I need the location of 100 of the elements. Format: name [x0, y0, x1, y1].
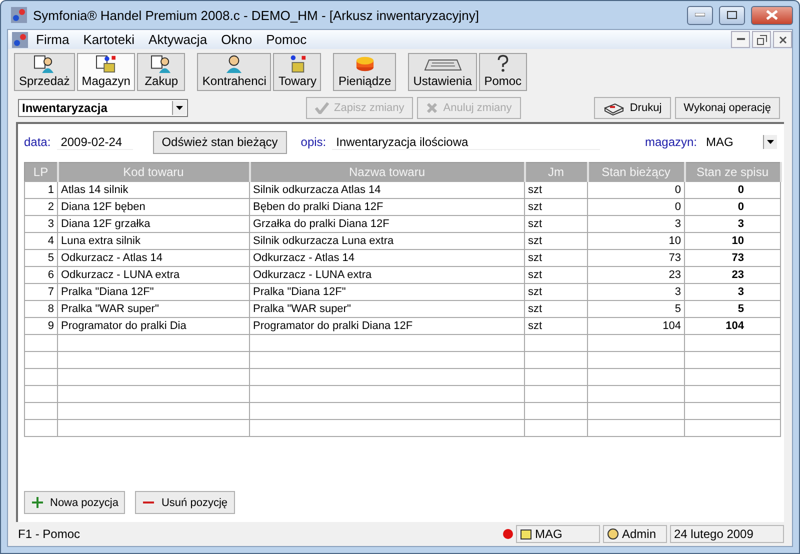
- window-title: Symfonia® Handel Premium 2008.c - DEMO_HM - [Arkusz inwentaryzacyjny]: [33, 8, 480, 22]
- table-cell: szt: [524, 318, 588, 334]
- field-label: data:: [24, 135, 51, 149]
- row-button[interactable]: Usuń pozycję: [135, 491, 235, 514]
- menu-item[interactable]: Pomoc: [260, 32, 313, 47]
- status-text: F1 - Pomoc: [18, 527, 82, 541]
- table-cell: Bęben do pralki Diana 12F: [250, 198, 524, 216]
- toolbar-button[interactable]: Sprzedaż: [14, 53, 75, 91]
- table-cell: 10: [588, 232, 684, 250]
- table-cell: Silnik odkurzacza Atlas 14: [250, 182, 524, 198]
- close-button[interactable]: [751, 6, 793, 24]
- restore-icon: [756, 34, 766, 44]
- document-logo-icon: [12, 32, 28, 48]
- table-cell: 3: [588, 216, 684, 232]
- document-box-icon: [94, 54, 118, 73]
- toolbar-button[interactable]: Ustawienia: [408, 53, 477, 91]
- table-cell: 3: [588, 284, 684, 300]
- menu-item[interactable]: Kartoteki: [77, 32, 141, 47]
- table-cell: Programator do pralki Dia: [58, 318, 250, 334]
- cross-icon: [426, 102, 438, 114]
- table-cell: szt: [524, 300, 588, 318]
- document-person-icon: [32, 54, 56, 73]
- status-text: 24 lutego 2009: [674, 527, 754, 541]
- table-cell: 0: [588, 198, 684, 216]
- table-cell: Diana 12F bęben: [58, 198, 250, 216]
- table-cell: 1: [24, 182, 58, 198]
- table-cell: Diana 12F grzałka: [58, 216, 250, 232]
- table-cell: szt: [524, 266, 588, 284]
- minimize-button[interactable]: [731, 31, 750, 48]
- toolbar-button[interactable]: Towary: [273, 53, 322, 91]
- table-cell: Odkurzacz - LUNA extra: [250, 266, 524, 284]
- table-cell: szt: [524, 182, 588, 198]
- close-button[interactable]: [773, 31, 792, 48]
- maximize-icon: [727, 11, 737, 19]
- table-cell: szt: [524, 250, 588, 266]
- toolbar-button[interactable]: Zakup: [137, 53, 186, 91]
- table-cell: szt: [524, 232, 588, 250]
- table-cell: 0: [684, 182, 780, 198]
- status-dot: [503, 529, 513, 539]
- toolbar-button[interactable]: Pomoc: [478, 53, 527, 91]
- table-cell: Pralka "WAR super": [58, 300, 250, 318]
- checkmark-icon: [315, 102, 329, 114]
- field-label: magazyn:: [644, 135, 697, 149]
- table-cell: Atlas 14 silnik: [58, 182, 250, 198]
- table-cell: 3: [684, 284, 780, 300]
- dropdown-arrow-icon: [767, 140, 774, 144]
- table-cell: 73: [588, 250, 684, 266]
- menu-item[interactable]: Aktywacja: [142, 32, 214, 47]
- menu-item[interactable]: Firma: [30, 32, 76, 47]
- table-cell: Odkurzacz - Atlas 14: [58, 250, 250, 266]
- table-cell: Pralka "Diana 12F": [58, 284, 250, 300]
- table-cell: 5: [24, 250, 58, 266]
- table-cell: 9: [24, 318, 58, 334]
- close-icon: [778, 36, 786, 44]
- user-icon: [607, 528, 619, 540]
- toolbar-button[interactable]: Pieniądze: [333, 53, 396, 91]
- minimize-icon: [736, 38, 744, 41]
- action-button[interactable]: Wykonaj operację: [674, 97, 780, 119]
- table-cell: Grzałka do pralki Diana 12F: [250, 216, 524, 232]
- table-cell: 3: [24, 216, 58, 232]
- restore-button[interactable]: [752, 31, 771, 48]
- table-cell: szt: [524, 198, 588, 216]
- menu-item[interactable]: Okno: [215, 32, 258, 47]
- table-cell: 0: [684, 198, 780, 216]
- table-cell: 3: [684, 216, 780, 232]
- toolbar-button[interactable]: Kontrahenci: [197, 53, 272, 91]
- table-cell: 7: [24, 284, 58, 300]
- document-person-icon: [149, 54, 174, 73]
- table-cell: Silnik odkurzacza Luna extra: [250, 232, 524, 250]
- field-label: opis:: [300, 135, 326, 149]
- action-button[interactable]: Drukuj: [594, 97, 671, 119]
- status-text: MAG: [535, 527, 562, 541]
- table-cell: Pralka "Diana 12F": [250, 284, 524, 300]
- keyboard-icon: [422, 57, 463, 73]
- description-field[interactable]: Inwentaryzacja ilościowa: [332, 134, 600, 150]
- minimize-button[interactable]: [687, 6, 713, 24]
- table-cell: 104: [588, 318, 684, 334]
- maximize-button[interactable]: [719, 6, 745, 24]
- date-field[interactable]: 2009-02-24: [56, 134, 133, 150]
- table-cell: 104: [684, 318, 780, 334]
- table-cell: Programator do pralki Diana 12F: [250, 318, 524, 334]
- table-cell: Luna extra silnik: [58, 232, 250, 250]
- refresh-button[interactable]: Odśwież stan bieżący: [152, 130, 287, 154]
- table-cell: 5: [684, 300, 780, 318]
- row-button[interactable]: Nowa pozycja: [24, 491, 126, 514]
- table-cell: 5: [588, 300, 684, 318]
- table-cell: Odkurzacz - Atlas 14: [250, 250, 524, 266]
- app-logo-icon: [11, 7, 27, 23]
- operation-dropdown[interactable]: Inwentaryzacja: [18, 99, 188, 117]
- plus-icon: [31, 496, 44, 509]
- table-cell: 10: [684, 232, 780, 250]
- folder-icon: [520, 528, 532, 540]
- status-text: Admin: [622, 527, 656, 541]
- table-cell: szt: [524, 216, 588, 232]
- table-cell: 23: [588, 266, 684, 284]
- table-cell: 2: [24, 198, 58, 216]
- toolbar-button[interactable]: Magazyn: [76, 53, 136, 91]
- table-cell: 8: [24, 300, 58, 318]
- table-cell: 0: [588, 182, 684, 198]
- close-icon: [766, 10, 778, 20]
